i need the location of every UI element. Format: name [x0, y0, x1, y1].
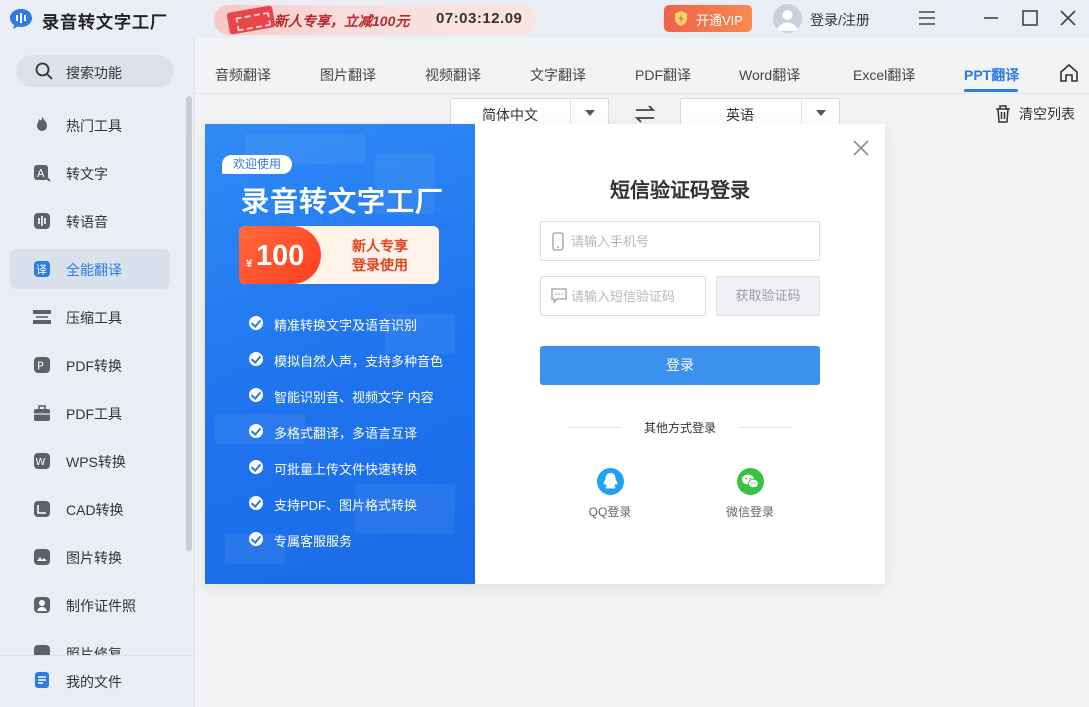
sms-code-input[interactable] — [571, 277, 701, 315]
wechat-login-label: 微信登录 — [725, 505, 774, 519]
divider — [739, 427, 793, 428]
login-button[interactable]: 登录 — [540, 346, 820, 385]
qq-login-label: QQ登录 — [588, 505, 632, 519]
check-icon — [249, 352, 263, 366]
new-user-coupon: ¥ 100 新人专享 登录使用 — [239, 226, 439, 284]
check-icon — [249, 532, 263, 546]
coupon-amount: 100 — [256, 240, 305, 272]
qq-icon — [597, 468, 624, 495]
check-icon — [249, 460, 263, 474]
message-icon — [551, 288, 567, 304]
phone-field[interactable] — [540, 221, 820, 261]
coupon-currency: ¥ — [246, 258, 253, 270]
promo-panel: 欢迎使用 录音转文字工厂 ¥ 100 新人专享 登录使用 精准转换文字及语音识别… — [205, 124, 475, 584]
sms-login-title: 短信验证码登录 — [610, 180, 750, 202]
other-login-label: 其他方式登录 — [643, 421, 716, 435]
get-code-button[interactable]: 获取验证码 — [716, 276, 820, 316]
qq-login-button[interactable]: QQ登录 — [575, 468, 645, 520]
phone-icon — [552, 232, 564, 251]
check-icon — [249, 496, 263, 510]
coupon-description: 新人专享 登录使用 — [333, 237, 427, 275]
coupon-line-2: 登录使用 — [352, 257, 408, 273]
sms-code-field[interactable] — [540, 276, 706, 316]
check-icon — [249, 316, 263, 330]
wechat-icon — [737, 468, 764, 495]
login-dialog: 欢迎使用 录音转文字工厂 ¥ 100 新人专享 登录使用 精准转换文字及语音识别… — [205, 124, 885, 584]
promo-title: 录音转文字工厂 — [241, 186, 445, 217]
close-icon[interactable] — [851, 138, 871, 158]
welcome-tag: 欢迎使用 — [222, 155, 292, 174]
check-icon — [249, 388, 263, 402]
check-icon — [249, 424, 263, 438]
phone-input[interactable] — [571, 222, 811, 260]
wechat-login-button[interactable]: 微信登录 — [715, 468, 785, 520]
coupon-line-1: 新人专享 — [352, 238, 408, 254]
